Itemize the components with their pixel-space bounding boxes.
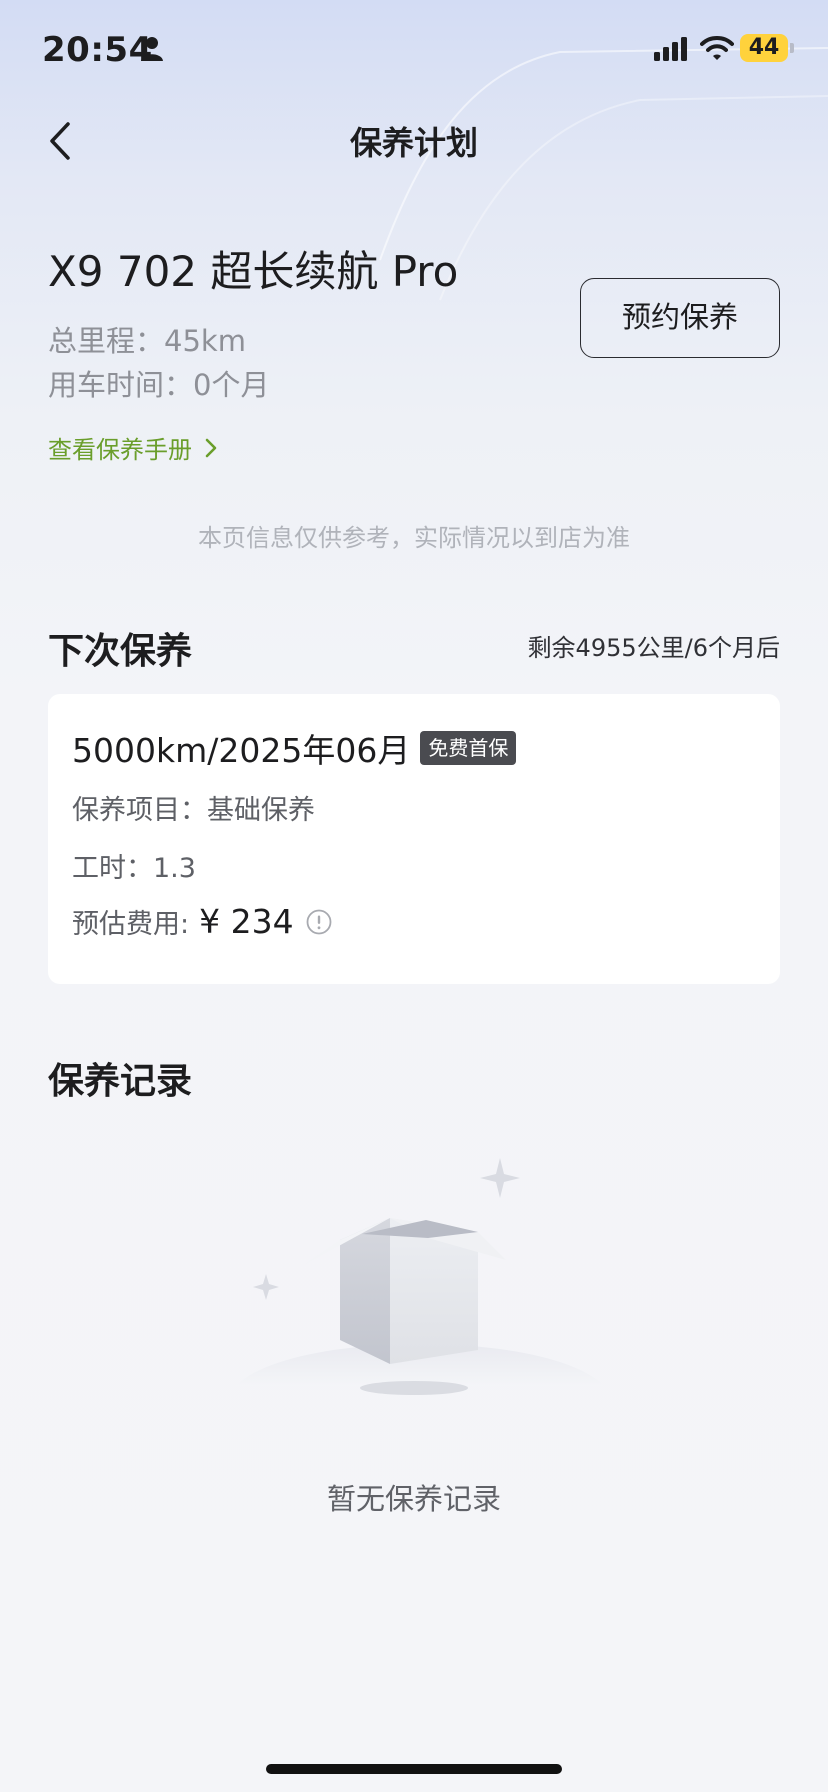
battery-level: 44 xyxy=(740,34,788,62)
person-icon xyxy=(141,37,163,61)
status-time: 20:54 xyxy=(42,30,153,70)
home-indicator[interactable] xyxy=(266,1764,562,1774)
maintenance-items-label: 保养项目： xyxy=(72,795,207,826)
maintenance-manual-link[interactable]: 查看保养手册 xyxy=(48,430,220,465)
signal-icon xyxy=(654,37,687,61)
wifi-icon xyxy=(700,36,734,60)
estimated-cost-value: ¥ 234 xyxy=(199,902,294,941)
chevron-right-icon xyxy=(205,438,217,457)
next-maintenance-title: 下次保养 xyxy=(48,631,193,672)
usage-duration-label: 用车时间： xyxy=(48,368,194,402)
car-model-name: X9 702 超长续航 Pro xyxy=(48,247,459,296)
empty-records-text: 暂无保养记录 xyxy=(326,1482,501,1516)
estimated-cost-row: 预估费用: ¥ 234 xyxy=(72,902,332,941)
book-maintenance-button[interactable]: 预约保养 xyxy=(580,278,780,358)
next-maintenance-remaining: 剩余4955公里/6个月后 xyxy=(527,634,780,662)
maintenance-items-value: 基础保养 xyxy=(207,795,315,826)
battery-indicator: 44 xyxy=(740,34,794,62)
manual-link-label: 查看保养手册 xyxy=(48,436,192,464)
labor-hours-row: 工时：1.3 xyxy=(72,846,196,885)
maintenance-records-title: 保养记录 xyxy=(48,1061,193,1102)
next-maintenance-card: 5000km/2025年06月 免费首保 保养项目：基础保养 工时：1.3 预估… xyxy=(48,694,780,984)
page-title: 保养计划 xyxy=(349,124,478,162)
labor-hours-value: 1.3 xyxy=(153,853,196,884)
maintenance-items-row: 保养项目：基础保养 xyxy=(72,788,315,827)
estimated-cost-label: 预估费用: xyxy=(72,909,190,940)
info-icon[interactable] xyxy=(306,909,332,935)
disclaimer-notice: 本页信息仅供参考，实际情况以到店为准 xyxy=(198,524,630,552)
maintenance-target: 5000km/2025年06月 xyxy=(72,731,411,770)
total-mileage-value: 45km xyxy=(164,324,246,358)
free-first-service-badge: 免费首保 xyxy=(420,731,517,765)
total-mileage: 总里程：45km xyxy=(48,318,246,360)
labor-hours-label: 工时： xyxy=(72,853,153,884)
total-mileage-label: 总里程： xyxy=(48,324,165,358)
battery-cap xyxy=(790,43,794,53)
card-header: 5000km/2025年06月 免费首保 xyxy=(72,724,517,772)
usage-duration: 用车时间：0个月 xyxy=(48,362,269,404)
usage-duration-value: 0个月 xyxy=(193,368,270,402)
empty-box-icon xyxy=(236,1158,604,1395)
status-bar: 20:54 44 xyxy=(0,0,828,100)
